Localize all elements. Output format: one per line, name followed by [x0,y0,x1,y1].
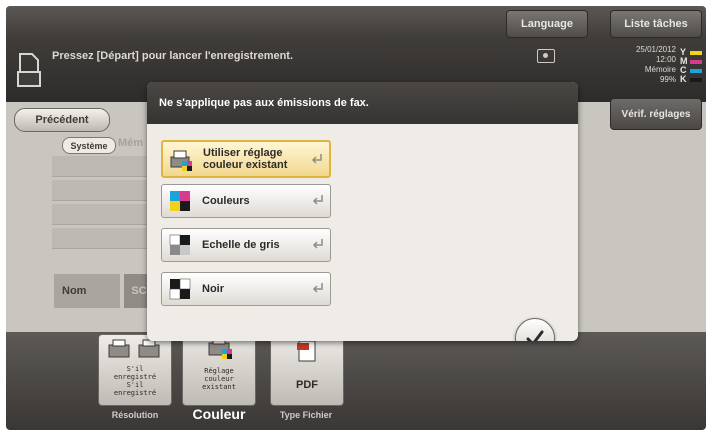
printer-icon [108,339,160,358]
color-label: Couleur [192,406,246,422]
bottom-bar: S'il enregistré S'il enregistré Résoluti… [6,328,706,430]
option-use-existing-color[interactable]: Utiliser réglage couleur existant [161,140,331,178]
printer-color-icon [170,150,192,171]
grayscale-icon [169,234,190,255]
toner-bar-black [690,78,702,82]
option-grayscale[interactable]: Echelle de gris [161,228,331,262]
resolution-label: Résolution [111,410,159,420]
enter-icon [312,283,323,293]
option-colors[interactable]: Couleurs [161,184,331,218]
pdf-icon [297,340,316,362]
language-button[interactable]: Language [506,10,588,38]
memory-value: 99% [659,75,676,84]
job-status-icon[interactable] [537,49,555,63]
document-icon [17,53,41,87]
toner-bar-cyan [690,69,702,73]
date-text: 25/01/2012 [635,45,676,54]
control-panel-screen: Language Liste tâches Pressez [Départ] p… [6,6,706,430]
resolution-tile[interactable]: S'il enregistré S'il enregistré [98,334,172,406]
check-settings-button[interactable]: Vérif. réglages [610,98,702,130]
toner-bar-yellow [690,51,702,55]
toner-letter-k: K [680,74,687,84]
resolution-tile-text: S'il enregistré S'il enregistré [113,365,157,397]
list-item [52,180,152,201]
color-squares-icon [170,191,190,211]
checkmark-icon [526,330,544,341]
option-label: Noir [202,283,224,295]
option-black[interactable]: Noir [161,272,331,306]
enter-icon [311,154,322,164]
list-item [52,156,152,177]
tab-systeme[interactable]: Système [62,137,116,154]
toner-bar-magenta [690,60,702,64]
file-type-tile[interactable]: PDF [270,334,344,406]
enter-icon [312,239,323,249]
color-mode-dialog: Ne s'applique pas aux émissions de fax. … [147,82,578,341]
list-item [52,228,152,249]
job-list-button[interactable]: Liste tâches [610,10,702,38]
tab-memoire[interactable]: Mém [118,137,143,149]
status-message: Pressez [Départ] pour lancer l'enregistr… [52,50,294,62]
time-text: 12:00 [655,55,676,64]
black-icon [169,278,191,300]
top-bar: Language Liste tâches [6,6,706,40]
file-type-label: Type Fichier [279,410,333,420]
dialog-message: Ne s'applique pas aux émissions de fax. [159,97,369,109]
memory-label: Mémoire [644,65,676,74]
option-label: Utiliser réglage couleur existant [203,147,288,171]
color-tile-text: Réglage couleur existant [202,367,236,391]
file-type-value: PDF [296,379,318,391]
enter-icon [312,195,323,205]
option-label: Couleurs [202,195,250,207]
list-item [52,204,152,225]
ok-button[interactable] [515,318,555,341]
dialog-header: Ne s'applique pas aux émissions de fax. [147,82,578,124]
previous-button[interactable]: Précédent [14,108,110,132]
option-label: Echelle de gris [202,239,280,251]
name-label: Nom [54,274,120,308]
